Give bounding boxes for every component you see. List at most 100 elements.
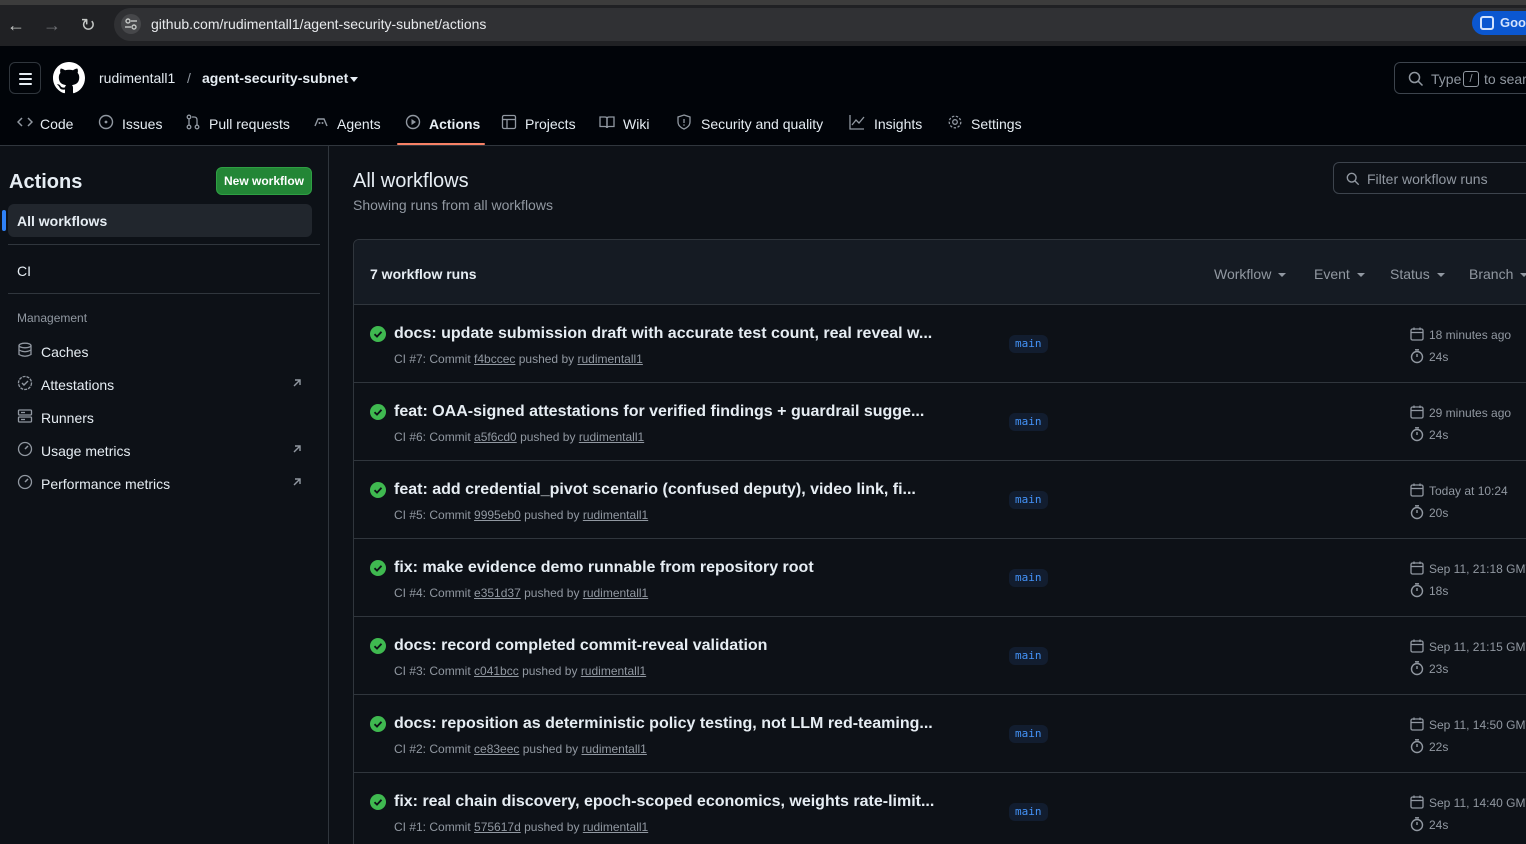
pushed-by-text: pushed by [518,352,575,366]
commit-link[interactable]: c041bcc [474,664,519,678]
shield-icon [677,114,691,130]
owner-link[interactable]: rudimentall1 [99,70,175,86]
commit-link[interactable]: ce83eec [474,742,519,756]
branch-badge[interactable]: main [1009,569,1048,587]
run-meta: CI #3: Commit c041bcc pushed by rudiment… [394,664,646,678]
actions-sidebar: Actions New workflow All workflows CI Ma… [0,146,329,844]
run-title[interactable]: docs: update submission draft with accur… [394,325,932,343]
forward-icon[interactable]: → [40,13,64,37]
event-filter-dropdown[interactable]: Event [1314,266,1365,282]
commit-link[interactable]: f4bccec [474,352,515,366]
sidebar-item-label: All workflows [17,213,108,229]
sidebar-item-ci[interactable]: CI [17,263,31,279]
commit-link[interactable]: e351d37 [474,586,521,600]
calendar-icon [1410,717,1424,731]
sidebar-item-caches[interactable]: Caches [17,341,307,363]
user-link[interactable]: rudimentall1 [577,352,642,366]
url-text[interactable]: github.com/rudimentall1/agent-security-s… [151,16,486,32]
search-input[interactable]: Type / to sear [1394,62,1526,94]
profile-button[interactable]: Goo [1472,11,1526,35]
agent-icon [314,118,328,127]
run-duration: 23s [1429,662,1449,676]
workflow-run-row[interactable]: fix: make evidence demo runnable from re… [354,539,1526,617]
commit-link[interactable]: 575617d [474,820,521,834]
commit-link[interactable]: 9995eb0 [474,508,521,522]
stopwatch-icon [1410,505,1424,520]
workflow-run-row[interactable]: docs: record completed commit-reveal val… [354,617,1526,695]
play-icon [405,114,421,130]
branch-badge[interactable]: main [1009,725,1048,743]
tab-projects-label: Projects [525,116,576,132]
user-link[interactable]: rudimentall1 [583,820,648,834]
menu-button[interactable] [9,62,41,94]
runs-list-header: 7 workflow runs Workflow Event Status Br… [354,240,1526,305]
branch-badge[interactable]: main [1009,413,1048,431]
run-prefix: CI #1: Commit [394,820,471,834]
run-meta: CI #5: Commit 9995eb0 pushed by rudiment… [394,508,648,522]
reload-icon[interactable]: ↻ [76,13,100,37]
run-timestamp: 18 minutes ago [1429,328,1512,342]
run-title[interactable]: docs: reposition as deterministic policy… [394,715,933,733]
code-icon [17,117,33,127]
workflow-run-row[interactable]: docs: reposition as deterministic policy… [354,695,1526,773]
sidebar-item-attestations[interactable]: Attestations [17,374,307,396]
back-icon[interactable]: ← [4,13,28,37]
user-link[interactable]: rudimentall1 [579,430,644,444]
run-title[interactable]: fix: real chain discovery, epoch-scoped … [394,793,934,811]
tab-insights-label: Insights [874,116,923,132]
commit-link[interactable]: a5f6cd0 [474,430,517,444]
run-timestamp: Sep 11, 21:18 GMT [1429,562,1526,576]
branch-badge[interactable]: main [1009,335,1048,353]
run-title[interactable]: feat: add credential_pivot scenario (con… [394,481,916,499]
filter-label: Workflow [1214,266,1272,282]
pull-request-icon [186,114,200,130]
github-logo-icon[interactable] [53,62,85,94]
tab-settings-label: Settings [971,116,1022,132]
repo-dropdown-icon[interactable] [350,77,358,82]
branch-badge[interactable]: main [1009,647,1048,665]
sidebar-item-performance-metrics[interactable]: Performance metrics [17,473,307,495]
new-workflow-button[interactable]: New workflow [216,167,312,195]
workflow-filter-dropdown[interactable]: Workflow [1214,266,1287,282]
sidebar-divider [8,244,320,245]
user-link[interactable]: rudimentall1 [581,742,646,756]
workflow-run-row[interactable]: feat: add credential_pivot scenario (con… [354,461,1526,539]
filter-runs-input[interactable]: Filter workflow runs [1333,162,1526,194]
tab-issues-label: Issues [122,116,163,132]
page-subtitle: Showing runs from all workflows [353,197,553,213]
branch-filter-dropdown[interactable]: Branch [1469,266,1526,282]
repo-link[interactable]: agent-security-subnet [202,70,348,86]
stopwatch-icon [1410,817,1424,832]
calendar-icon [1410,327,1424,341]
run-title[interactable]: docs: record completed commit-reveal val… [394,637,767,655]
run-meta: CI #1: Commit 575617d pushed by rudiment… [394,820,648,834]
user-link[interactable]: rudimentall1 [581,664,646,678]
repo-nav: Code Issues Pull requests Agents Actions… [0,108,1526,146]
calendar-icon [1410,405,1424,419]
sidebar-item-label: Performance metrics [41,476,171,492]
sidebar-item-runners[interactable]: Runners [17,407,307,429]
run-prefix: CI #2: Commit [394,742,471,756]
sidebar-item-all-workflows[interactable]: All workflows [2,204,312,237]
branch-badge[interactable]: main [1009,491,1048,509]
run-meta: CI #4: Commit e351d37 pushed by rudiment… [394,586,648,600]
address-bar[interactable]: github.com/rudimentall1/agent-security-s… [114,8,1526,41]
pushed-by-text: pushed by [524,820,580,834]
site-settings-icon[interactable] [121,14,141,34]
status-filter-dropdown[interactable]: Status [1390,266,1445,282]
workflow-run-row[interactable]: fix: real chain discovery, epoch-scoped … [354,773,1526,844]
tab-wiki-label: Wiki [623,116,650,132]
pushed-by-text: pushed by [524,586,580,600]
calendar-icon [1410,561,1424,575]
user-link[interactable]: rudimentall1 [583,586,648,600]
sidebar-item-usage-metrics[interactable]: Usage metrics [17,440,307,462]
calendar-icon [1410,483,1424,497]
branch-badge[interactable]: main [1009,803,1048,821]
breadcrumb-separator: / [187,70,191,86]
workflow-run-row[interactable]: feat: OAA-signed attestations for verifi… [354,383,1526,461]
user-link[interactable]: rudimentall1 [583,508,648,522]
gear-icon [948,115,962,129]
run-title[interactable]: fix: make evidence demo runnable from re… [394,559,814,577]
run-title[interactable]: feat: OAA-signed attestations for verifi… [394,403,924,421]
workflow-run-row[interactable]: docs: update submission draft with accur… [354,305,1526,383]
